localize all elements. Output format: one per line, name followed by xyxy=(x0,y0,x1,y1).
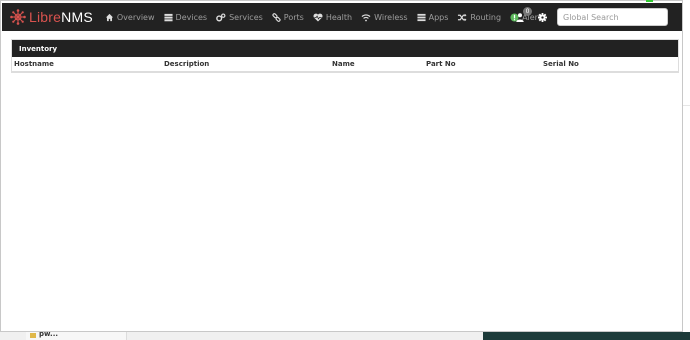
table-header-row: Hostname Description Name Part No Serial… xyxy=(12,57,678,72)
navbar: LibreNMS Overview Devices Services Ports xyxy=(2,3,682,31)
nav-routing-label: Routing xyxy=(470,12,502,22)
nav-services-label: Services xyxy=(229,12,263,22)
heartbeat-icon xyxy=(313,13,323,22)
background-edge xyxy=(646,0,690,340)
logo-text-white: NMS xyxy=(61,9,93,25)
logo-text-red: Libre xyxy=(29,9,62,25)
column-header-part-no[interactable]: Part No xyxy=(426,60,456,68)
random-icon xyxy=(458,13,467,21)
column-header-name[interactable]: Name xyxy=(332,60,355,68)
settings-menu[interactable] xyxy=(538,12,547,22)
main-nav: Overview Devices Services Ports Health W… xyxy=(105,3,554,31)
user-menu[interactable]: 0 xyxy=(516,6,532,22)
nav-apps[interactable]: Apps xyxy=(417,3,449,31)
home-icon xyxy=(105,13,113,21)
global-search-input[interactable] xyxy=(557,8,668,26)
background-accent xyxy=(646,0,653,2)
nav-health[interactable]: Health xyxy=(313,3,352,31)
nav-overview-label: Overview xyxy=(116,12,155,22)
navbar-right: 0 xyxy=(516,3,682,31)
background-folder-label: pw... xyxy=(39,330,59,338)
nav-health-label: Health xyxy=(325,12,353,22)
nav-overview[interactable]: Overview xyxy=(105,3,155,31)
nav-services[interactable]: Services xyxy=(216,3,263,31)
notification-badge: 0 xyxy=(523,6,532,16)
nav-ports-label: Ports xyxy=(283,12,304,22)
server-icon xyxy=(163,13,173,21)
background-window-strip: pw... xyxy=(0,330,690,340)
nav-wireless-label: Wireless xyxy=(374,12,408,22)
wifi-icon xyxy=(361,13,371,21)
nav-wireless[interactable]: Wireless xyxy=(361,3,408,31)
nav-devices[interactable]: Devices xyxy=(163,3,208,31)
browser-window: LibreNMS Overview Devices Services Ports xyxy=(0,0,683,332)
column-header-hostname[interactable]: Hostname xyxy=(14,60,54,68)
panel-title: Inventory xyxy=(12,40,678,57)
inventory-panel: Inventory Hostname Description Name Part… xyxy=(11,39,679,73)
folder-icon xyxy=(30,333,36,338)
link-icon xyxy=(272,12,281,22)
nav-ports[interactable]: Ports xyxy=(272,3,304,31)
background-divider xyxy=(683,105,690,106)
nav-routing[interactable]: Routing xyxy=(457,3,501,31)
librenms-logo-icon xyxy=(10,9,26,25)
nav-devices-label: Devices xyxy=(175,12,208,22)
column-header-serial-no[interactable]: Serial No xyxy=(543,60,579,68)
librenms-logo[interactable]: LibreNMS xyxy=(10,3,93,31)
nav-apps-label: Apps xyxy=(428,12,449,22)
column-header-description[interactable]: Description xyxy=(164,60,209,68)
tasks-icon xyxy=(417,13,426,21)
gear-icon xyxy=(538,12,547,22)
cogs-icon xyxy=(216,12,226,21)
logo-text: LibreNMS xyxy=(29,9,93,25)
background-dark-panel xyxy=(483,332,690,340)
